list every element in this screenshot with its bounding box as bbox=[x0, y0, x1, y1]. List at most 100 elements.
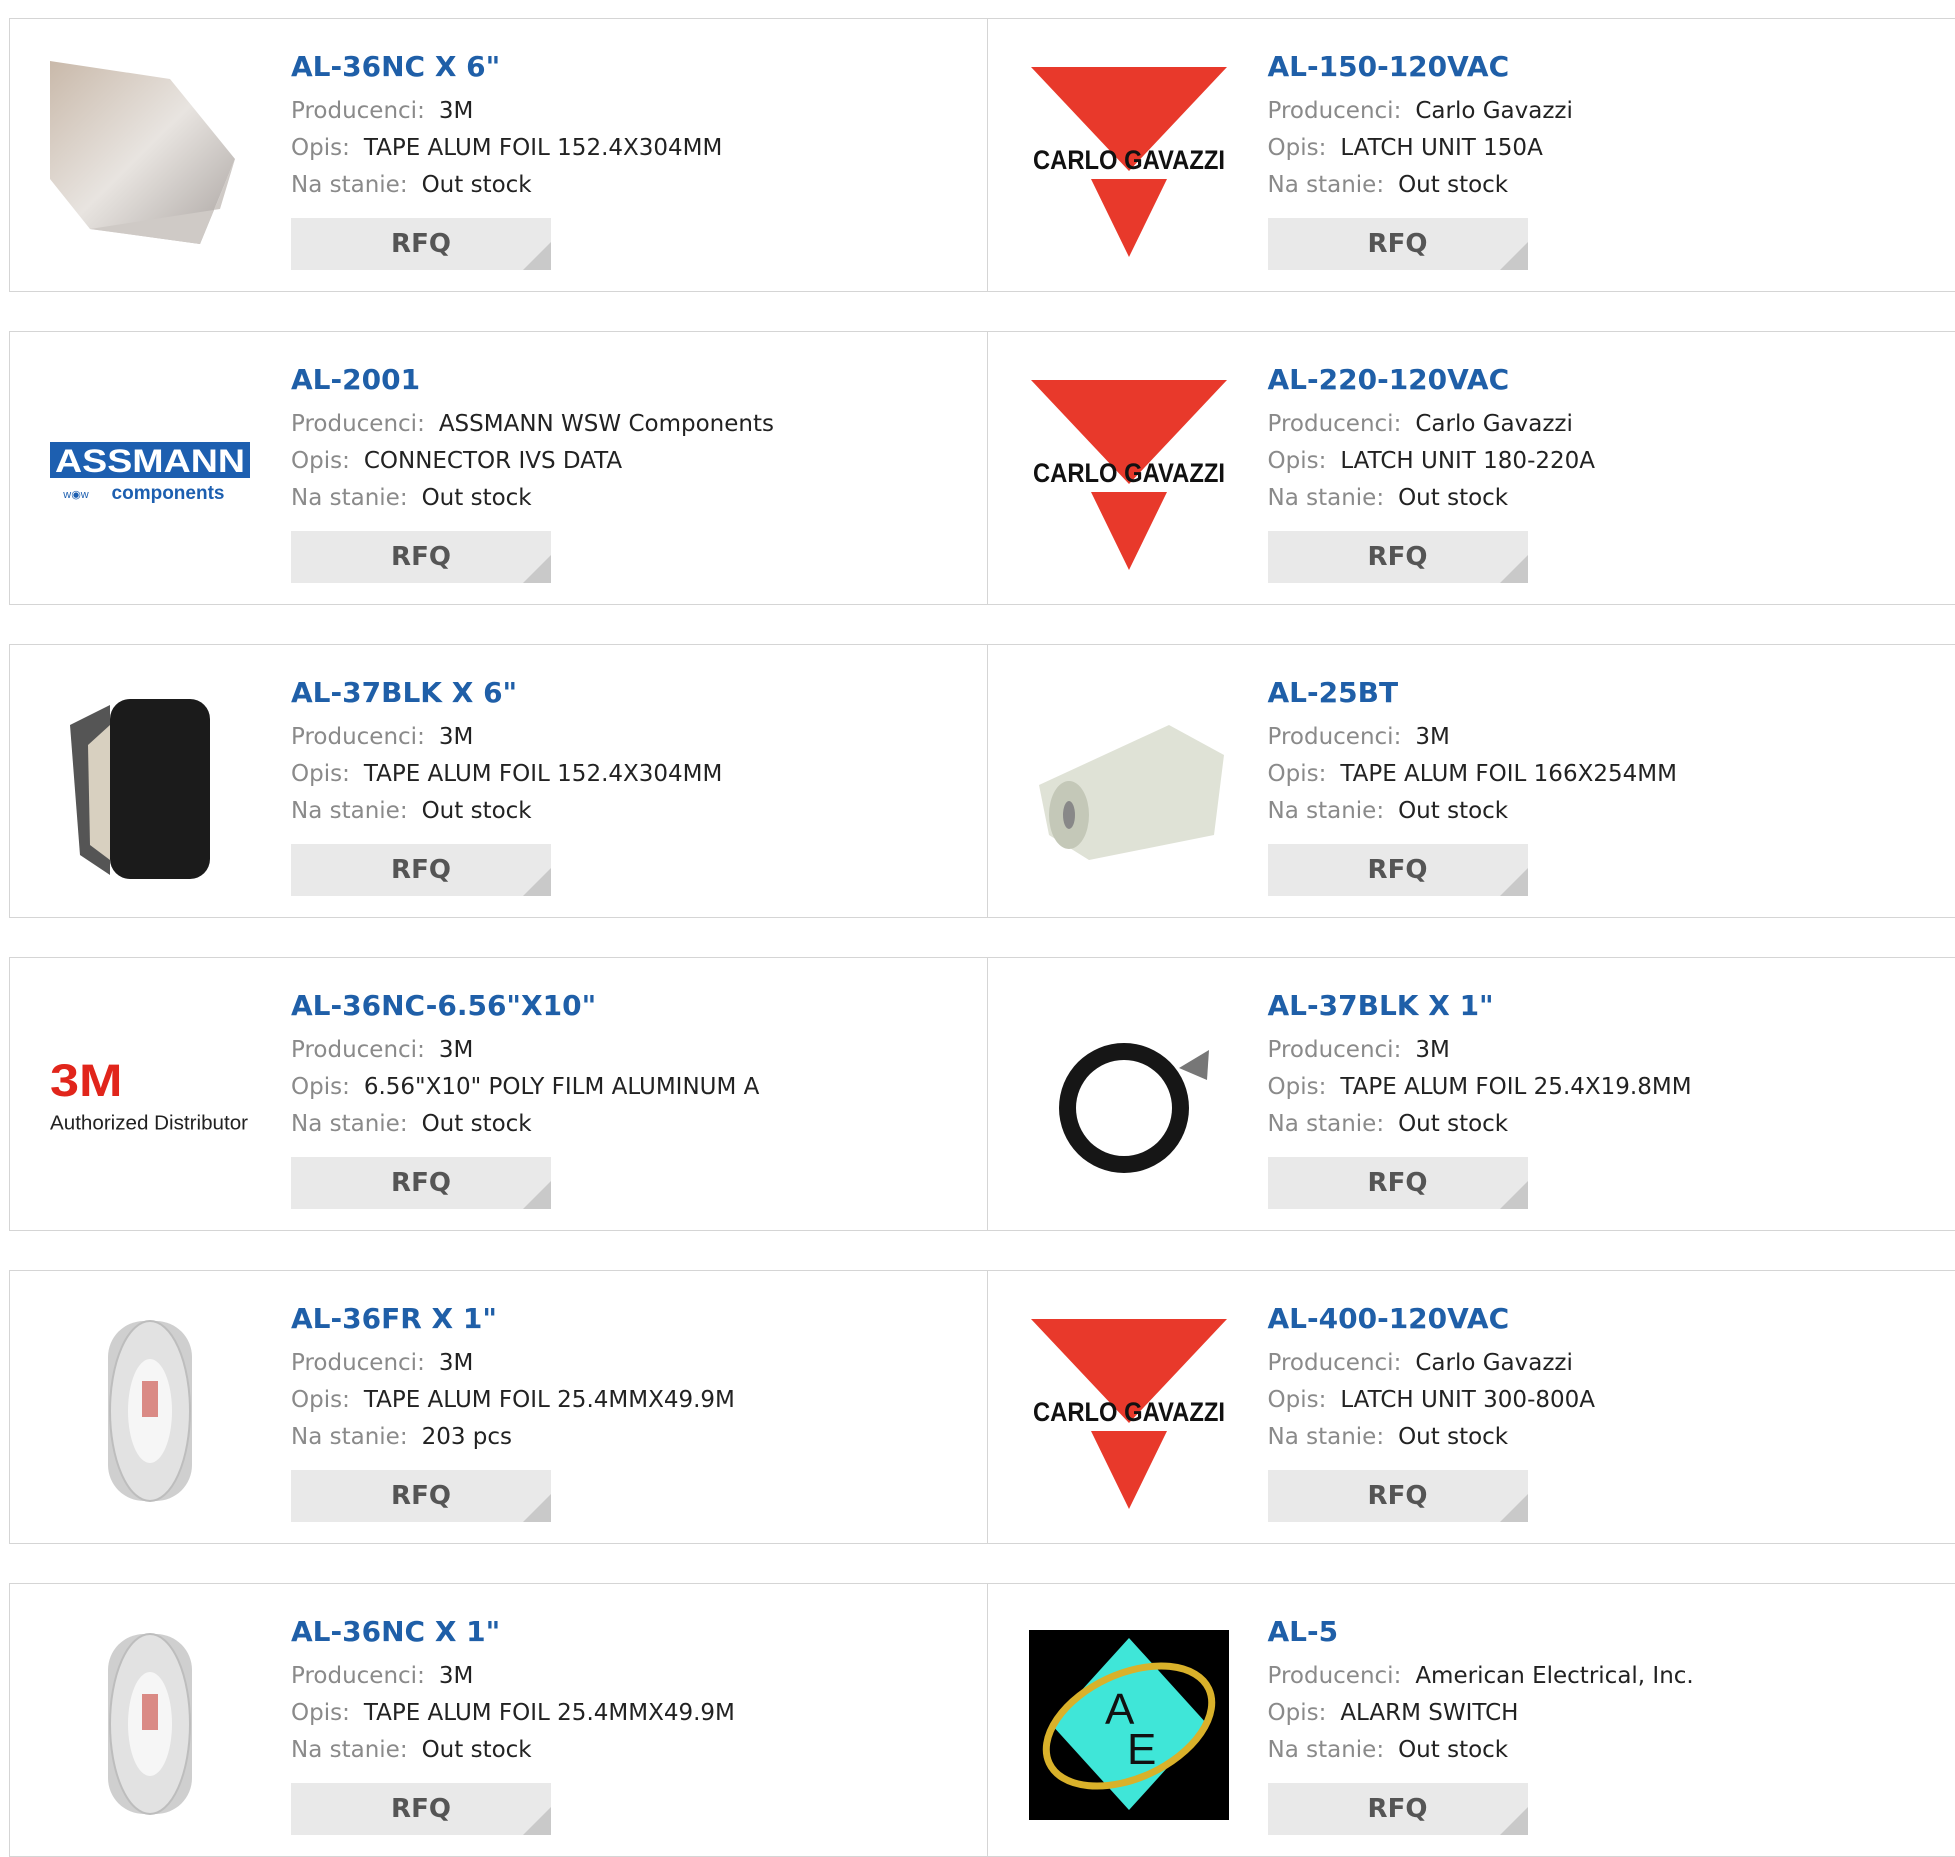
rfq-corner-decoration bbox=[523, 242, 551, 270]
description-label: Opis: bbox=[291, 448, 350, 474]
description-line: Opis:TAPE ALUM FOIL 25.4MMX49.9M bbox=[291, 1695, 735, 1732]
rfq-label: RFQ bbox=[1368, 1168, 1428, 1198]
rfq-button[interactable]: RFQ bbox=[1268, 1783, 1528, 1835]
manufacturer-value: Carlo Gavazzi bbox=[1415, 98, 1573, 124]
product-image[interactable]: A E bbox=[1029, 1624, 1229, 1824]
stock-line: Na stanie:Out stock bbox=[1268, 480, 1596, 517]
product-part-link[interactable]: AL-36NC X 6" bbox=[291, 47, 722, 87]
description-label: Opis: bbox=[1268, 761, 1327, 787]
product-part-link[interactable]: AL-400-120VAC bbox=[1268, 1299, 1596, 1339]
stock-label: Na stanie: bbox=[291, 1424, 408, 1450]
product-part-link[interactable]: AL-37BLK X 1" bbox=[1268, 986, 1692, 1026]
product-info: AL-150-120VAC Producenci: Carlo Gavazzi O… bbox=[1268, 47, 1573, 270]
rfq-corner-decoration bbox=[1500, 242, 1528, 270]
product-card: AL-37BLK X 6" Producenci:3M Opis:TAPE AL… bbox=[10, 645, 988, 917]
description-value: TAPE ALUM FOIL 152.4X304MM bbox=[364, 135, 723, 161]
manufacturer-label: Producenci: bbox=[1268, 411, 1402, 437]
product-image[interactable] bbox=[1029, 685, 1229, 885]
stock-line: Na stanie: Out stock bbox=[1268, 1106, 1692, 1143]
product-info: AL-5 Producenci:American Electrical, Inc… bbox=[1268, 1612, 1694, 1835]
manufacturer-label: Producenci: bbox=[1268, 98, 1402, 124]
description-value: TAPE ALUM FOIL 25.4X19.8MM bbox=[1340, 1074, 1691, 1100]
description-label: Opis: bbox=[1268, 1074, 1327, 1100]
product-image[interactable] bbox=[50, 685, 250, 885]
stock-label: Na stanie: bbox=[291, 485, 408, 511]
product-image[interactable] bbox=[50, 59, 250, 259]
stock-label: Na stanie: bbox=[1268, 1111, 1385, 1137]
description-line: Opis:LATCH UNIT 300-800A bbox=[1268, 1382, 1596, 1419]
description-value: LATCH UNIT 150A bbox=[1340, 135, 1542, 161]
product-part-link[interactable]: AL-220-120VAC bbox=[1268, 360, 1596, 400]
description-label: Opis: bbox=[291, 1700, 350, 1726]
stock-label: Na stanie: bbox=[1268, 172, 1385, 198]
foil-roll-image bbox=[1029, 685, 1229, 885]
rfq-button[interactable]: RFQ bbox=[291, 531, 551, 583]
svg-text:3M: 3M bbox=[50, 1055, 123, 1106]
description-line: Opis:CONNECTOR IVS DATA bbox=[291, 443, 774, 480]
product-card: CARLO GAVAZZI AL-150-120VAC Producenci: C… bbox=[988, 19, 1955, 291]
product-part-link[interactable]: AL-25BT bbox=[1268, 673, 1677, 713]
manufacturer-value: 3M bbox=[1415, 724, 1449, 750]
rfq-corner-decoration bbox=[1500, 1181, 1528, 1209]
manufacturer-value: 3M bbox=[1415, 1037, 1449, 1063]
product-part-link[interactable]: AL-36NC X 1" bbox=[291, 1612, 735, 1652]
description-value: LATCH UNIT 180-220A bbox=[1340, 448, 1595, 474]
rfq-button[interactable]: RFQ bbox=[1268, 218, 1528, 270]
product-row: 3M Authorized Distributor AL-36NC-6.56"X… bbox=[9, 957, 1955, 1231]
product-part-link[interactable]: AL-37BLK X 6" bbox=[291, 673, 722, 713]
description-line: Opis:LATCH UNIT 150A bbox=[1268, 130, 1573, 167]
rfq-button[interactable]: RFQ bbox=[1268, 1470, 1528, 1522]
rfq-button[interactable]: RFQ bbox=[291, 1783, 551, 1835]
product-card: CARLO GAVAZZI AL-400-120VAC Producenci:C… bbox=[988, 1271, 1955, 1543]
rfq-button[interactable]: RFQ bbox=[1268, 1157, 1528, 1209]
product-info: AL-25BT Producenci:3M Opis:TAPE ALUM FOI… bbox=[1268, 673, 1677, 896]
description-line: Opis:TAPE ALUM FOIL 152.4X304MM bbox=[291, 756, 722, 793]
stock-line: Na stanie:Out stock bbox=[1268, 1419, 1596, 1456]
product-card: 3M Authorized Distributor AL-36NC-6.56"X… bbox=[10, 958, 988, 1230]
rfq-button[interactable]: RFQ bbox=[291, 1470, 551, 1522]
manufacturer-line: Producenci:3M bbox=[291, 1032, 759, 1069]
stock-label: Na stanie: bbox=[1268, 798, 1385, 824]
stock-label: Na stanie: bbox=[291, 1737, 408, 1763]
product-image[interactable]: ASSMANN components w◉w bbox=[50, 372, 250, 572]
stock-value: Out stock bbox=[1398, 1111, 1508, 1137]
3m-distributor-logo: 3M Authorized Distributor bbox=[50, 998, 250, 1198]
stock-label: Na stanie: bbox=[1268, 1424, 1385, 1450]
rfq-button[interactable]: RFQ bbox=[1268, 531, 1528, 583]
product-part-link[interactable]: AL-150-120VAC bbox=[1268, 47, 1573, 87]
svg-text:CARLO GAVAZZI: CARLO GAVAZZI bbox=[1033, 145, 1225, 175]
product-info: AL-2001 Producenci:ASSMANN WSW Component… bbox=[291, 360, 774, 583]
carlo-gavazzi-logo: CARLO GAVAZZI bbox=[1029, 372, 1229, 572]
description-line: Opis:TAPE ALUM FOIL 166X254MM bbox=[1268, 756, 1677, 793]
product-image[interactable] bbox=[1029, 998, 1229, 1198]
rfq-label: RFQ bbox=[1368, 229, 1428, 259]
rfq-button[interactable]: RFQ bbox=[291, 844, 551, 896]
rfq-corner-decoration bbox=[523, 1181, 551, 1209]
product-part-link[interactable]: AL-2001 bbox=[291, 360, 774, 400]
description-label: Opis: bbox=[291, 1074, 350, 1100]
product-image[interactable]: 3M Authorized Distributor bbox=[50, 998, 250, 1198]
manufacturer-label: Producenci: bbox=[1268, 1037, 1402, 1063]
manufacturer-line: Producenci:American Electrical, Inc. bbox=[1268, 1658, 1694, 1695]
product-card: AL-36NC X 6" Producenci:3M Opis:TAPE ALU… bbox=[10, 19, 988, 291]
rfq-button[interactable]: RFQ bbox=[1268, 844, 1528, 896]
product-part-link[interactable]: AL-36FR X 1" bbox=[291, 1299, 735, 1339]
product-part-link[interactable]: AL-5 bbox=[1268, 1612, 1694, 1652]
product-image[interactable]: CARLO GAVAZZI bbox=[1029, 1311, 1229, 1511]
product-image[interactable] bbox=[50, 1311, 250, 1511]
product-part-link[interactable]: AL-36NC-6.56"X10" bbox=[291, 986, 759, 1026]
rfq-label: RFQ bbox=[391, 1481, 451, 1511]
manufacturer-line: Producenci:Carlo Gavazzi bbox=[1268, 406, 1596, 443]
black-tape-ring-image bbox=[1029, 998, 1229, 1198]
product-info: AL-37BLK X 6" Producenci:3M Opis:TAPE AL… bbox=[291, 673, 722, 896]
rfq-button[interactable]: RFQ bbox=[291, 218, 551, 270]
product-card: ASSMANN components w◉w AL-2001 Producenc… bbox=[10, 332, 988, 604]
product-image[interactable] bbox=[50, 1624, 250, 1824]
rfq-button[interactable]: RFQ bbox=[291, 1157, 551, 1209]
product-image[interactable]: CARLO GAVAZZI bbox=[1029, 59, 1229, 259]
product-image[interactable]: CARLO GAVAZZI bbox=[1029, 372, 1229, 572]
product-info: AL-36NC-6.56"X10" Producenci:3M Opis:6.5… bbox=[291, 986, 759, 1209]
product-info: AL-37BLK X 1" Producenci: 3M Opis: TAPE AL… bbox=[1268, 986, 1692, 1209]
product-card: A E AL-5 Producenci:American Electrical,… bbox=[988, 1584, 1955, 1856]
product-row: AL-36NC X 1" Producenci:3M Opis:TAPE ALU… bbox=[9, 1583, 1955, 1857]
